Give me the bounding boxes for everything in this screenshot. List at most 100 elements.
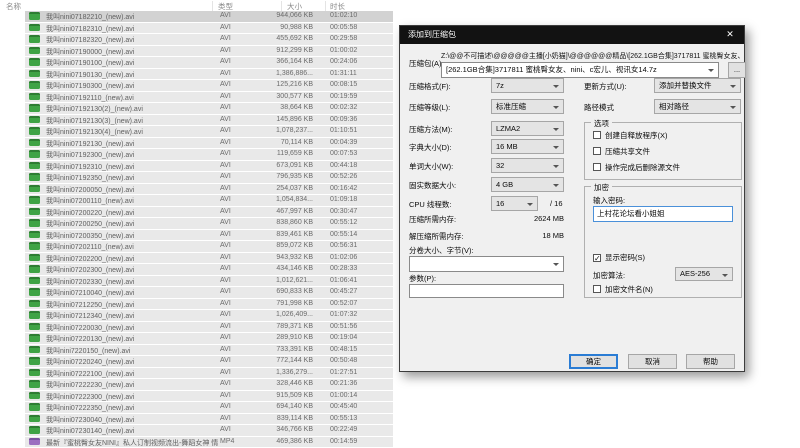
table-row[interactable]: 我叫nini07230140_(new).avi AVI 346,766 KB … bbox=[25, 425, 393, 436]
file-duration: 01:07:32 bbox=[330, 311, 357, 318]
table-row[interactable]: 我叫nini07192130_(new).avi AVI 70,114 KB 0… bbox=[25, 138, 393, 149]
word-size-select[interactable]: 32 bbox=[491, 158, 564, 173]
solid-size-label: 固实数据大小: bbox=[409, 180, 456, 191]
shared-files-checkbox[interactable]: 压缩共享文件 bbox=[593, 147, 650, 157]
table-row[interactable]: 我叫nini07200050_(new).avi AVI 254,037 KB … bbox=[25, 184, 393, 195]
table-row[interactable]: 我叫nini07202200_(new).avi AVI 943,932 KB … bbox=[25, 253, 393, 264]
table-row[interactable]: 我叫nini07192350_(new).avi AVI 796,935 KB … bbox=[25, 172, 393, 183]
file-type: AVI bbox=[220, 162, 231, 169]
browse-button[interactable]: ... bbox=[728, 62, 746, 78]
parameters-input[interactable] bbox=[409, 284, 564, 298]
dialog-titlebar[interactable]: 添加到压缩包 ✕ bbox=[400, 26, 744, 44]
table-row[interactable]: 我叫nini07192130(3)_(new).avi AVI 145,896 … bbox=[25, 115, 393, 126]
table-row[interactable]: 最新『蜜桃臀女友NINI』私人订制视频流出-舞蹈女神 情趣黑丝... MP4 4… bbox=[25, 437, 393, 448]
video-file-icon bbox=[29, 162, 40, 170]
file-size: 772,144 KB bbox=[240, 357, 313, 364]
volume-size-combobox[interactable] bbox=[409, 256, 564, 272]
file-duration: 01:06:41 bbox=[330, 277, 357, 284]
table-row[interactable]: 我叫nini07190100_(new).avi AVI 366,164 KB … bbox=[25, 57, 393, 68]
table-row[interactable]: 我叫nini07220240_(new).avi AVI 772,144 KB … bbox=[25, 356, 393, 367]
file-type: AVI bbox=[220, 346, 231, 353]
table-row[interactable]: 我叫nini07192130(2)_(new).avi AVI 38,664 K… bbox=[25, 103, 393, 114]
file-type: AVI bbox=[220, 127, 231, 134]
table-row[interactable]: 我叫nini07212250_(new).avi AVI 791,998 KB … bbox=[25, 299, 393, 310]
table-row[interactable]: 我叫nini07212340_(new).avi AVI 1,026,409..… bbox=[25, 310, 393, 321]
file-size: 1,078,237... bbox=[240, 127, 313, 134]
file-type: AVI bbox=[220, 369, 231, 376]
table-row[interactable]: 我叫nini07182320_(new).avi AVI 455,692 KB … bbox=[25, 34, 393, 45]
file-name: 我叫nini07202300_(new).avi bbox=[46, 265, 218, 275]
table-row[interactable]: 我叫nini07200350_(new).avi AVI 839,461 KB … bbox=[25, 230, 393, 241]
file-name: 我叫nini07190130_(new).avi bbox=[46, 70, 218, 80]
table-row[interactable]: 我叫nini07190300_(new).avi AVI 125,216 KB … bbox=[25, 80, 393, 91]
format-select[interactable]: 7z bbox=[491, 78, 564, 93]
table-row[interactable]: 我叫nini07222300_(new).avi AVI 915,509 KB … bbox=[25, 391, 393, 402]
table-row[interactable]: 我叫nini07202110_(new).avi AVI 859,072 KB … bbox=[25, 241, 393, 252]
table-row[interactable]: 我叫nini07230040_(new).avi AVI 839,114 KB … bbox=[25, 414, 393, 425]
table-row[interactable]: 我叫nini07220130_(new).avi AVI 289,910 KB … bbox=[25, 333, 393, 344]
encrypt-names-checkbox[interactable]: 加密文件名(N) bbox=[593, 285, 653, 295]
file-type: AVI bbox=[220, 334, 231, 341]
help-button[interactable]: 帮助 bbox=[686, 354, 735, 369]
sfx-checkbox[interactable]: 创建自释放程序(X) bbox=[593, 131, 668, 141]
table-row[interactable]: 我叫nini07182310_(new).avi AVI 90,988 KB 0… bbox=[25, 23, 393, 34]
file-type: AVI bbox=[220, 139, 231, 146]
file-type: AVI bbox=[220, 265, 231, 272]
table-row[interactable]: 我叫nini07200110_(new).avi AVI 1,054,834..… bbox=[25, 195, 393, 206]
algorithm-select[interactable]: AES-256 bbox=[675, 267, 733, 281]
cancel-button[interactable]: 取消 bbox=[628, 354, 677, 369]
file-name: 我叫nini07220240_(new).avi bbox=[46, 357, 218, 367]
table-row[interactable]: 我叫nini07222100_(new).avi AVI 1,336,279..… bbox=[25, 368, 393, 379]
file-list-header: 名称 类型 大小 时长 bbox=[0, 0, 800, 11]
table-row[interactable]: 我叫nini07190130_(new).avi AVI 1,386,886..… bbox=[25, 69, 393, 80]
video-file-icon bbox=[29, 438, 40, 446]
file-duration: 00:07:53 bbox=[330, 150, 357, 157]
ok-button[interactable]: 确定 bbox=[569, 354, 618, 369]
file-size: 791,998 KB bbox=[240, 300, 313, 307]
dictionary-select[interactable]: 16 MB bbox=[491, 139, 564, 154]
file-size: 366,164 KB bbox=[240, 58, 313, 65]
video-file-icon bbox=[29, 81, 40, 89]
file-name: 我叫nini07182210_(new).avi bbox=[46, 12, 218, 22]
path-mode-select[interactable]: 相对路径 bbox=[654, 99, 741, 114]
file-type: AVI bbox=[220, 288, 231, 295]
password-input[interactable]: 上村花论坛看小姐姐 bbox=[593, 206, 733, 222]
table-row[interactable]: 我叫nini07200220_(new).avi AVI 467,997 KB … bbox=[25, 207, 393, 218]
update-mode-select[interactable]: 添加并替换文件 bbox=[654, 78, 741, 93]
show-password-checkbox[interactable]: ✓显示密码(S) bbox=[593, 253, 645, 263]
level-select[interactable]: 标准压缩 bbox=[491, 99, 564, 114]
video-file-icon bbox=[29, 254, 40, 262]
table-row[interactable]: 我叫nini07220030_(new).avi AVI 789,371 KB … bbox=[25, 322, 393, 333]
video-file-icon bbox=[29, 242, 40, 250]
file-type: AVI bbox=[220, 392, 231, 399]
solid-size-select[interactable]: 4 GB bbox=[491, 177, 564, 192]
table-row[interactable]: 我叫nini07192300_(new).avi AVI 119,659 KB … bbox=[25, 149, 393, 160]
method-select[interactable]: LZMA2 bbox=[491, 121, 564, 136]
table-row[interactable]: 我叫nini07210040_(new).avi AVI 690,833 KB … bbox=[25, 287, 393, 298]
delete-after-checkbox[interactable]: 操作完成后删除源文件 bbox=[593, 163, 680, 173]
parameters-label: 参数(P): bbox=[409, 273, 436, 284]
method-label: 压缩方法(M): bbox=[409, 124, 452, 135]
file-size: 912,299 KB bbox=[240, 47, 313, 54]
cpu-threads-select[interactable]: 16 bbox=[491, 196, 538, 211]
archive-name-combobox[interactable]: [262.1GB合集]3717811 蜜桃臀女友、nini、c宏儿、视讯女14.… bbox=[441, 62, 719, 78]
encryption-group: 加密 输入密码: 上村花论坛看小姐姐 ✓显示密码(S) 加密算法: AES-25… bbox=[584, 186, 742, 298]
table-row[interactable]: 我叫nini07192310_(new).avi AVI 673,091 KB … bbox=[25, 161, 393, 172]
table-row[interactable]: 我叫nini07202300_(new).avi AVI 434,146 KB … bbox=[25, 264, 393, 275]
table-row[interactable]: 我叫nini07200250_(new).avi AVI 838,860 KB … bbox=[25, 218, 393, 229]
table-row[interactable]: 我叫nini07222230_(new).avi AVI 328,446 KB … bbox=[25, 379, 393, 390]
archive-path: Z:\@@不可描述\@@@@@主播[小奶猫]\@@@@@@精品\[262.1GB… bbox=[441, 51, 741, 61]
table-row[interactable]: 我叫nini07182210_(new).avi AVI 944,066 KB … bbox=[25, 11, 393, 22]
table-row[interactable]: 我叫nini07190000_(new).avi AVI 912,299 KB … bbox=[25, 46, 393, 57]
file-name: 我叫nini07192130_(new).avi bbox=[46, 139, 218, 149]
file-duration: 00:55:13 bbox=[330, 415, 357, 422]
video-file-icon bbox=[29, 104, 40, 112]
table-row[interactable]: 我叫nini7220150_(new).avi AVI 733,391 KB 0… bbox=[25, 345, 393, 356]
file-type: AVI bbox=[220, 380, 231, 387]
table-row[interactable]: 我叫nini07192130(4)_(new).avi AVI 1,078,23… bbox=[25, 126, 393, 137]
table-row[interactable]: 我叫nini07192110_(new).avi AVI 300,577 KB … bbox=[25, 92, 393, 103]
table-row[interactable]: 我叫nini07222350_(new).avi AVI 694,140 KB … bbox=[25, 402, 393, 413]
close-icon[interactable]: ✕ bbox=[716, 26, 744, 44]
file-type: AVI bbox=[220, 12, 231, 19]
table-row[interactable]: 我叫nini07202330_(new).avi AVI 1,012,621..… bbox=[25, 276, 393, 287]
